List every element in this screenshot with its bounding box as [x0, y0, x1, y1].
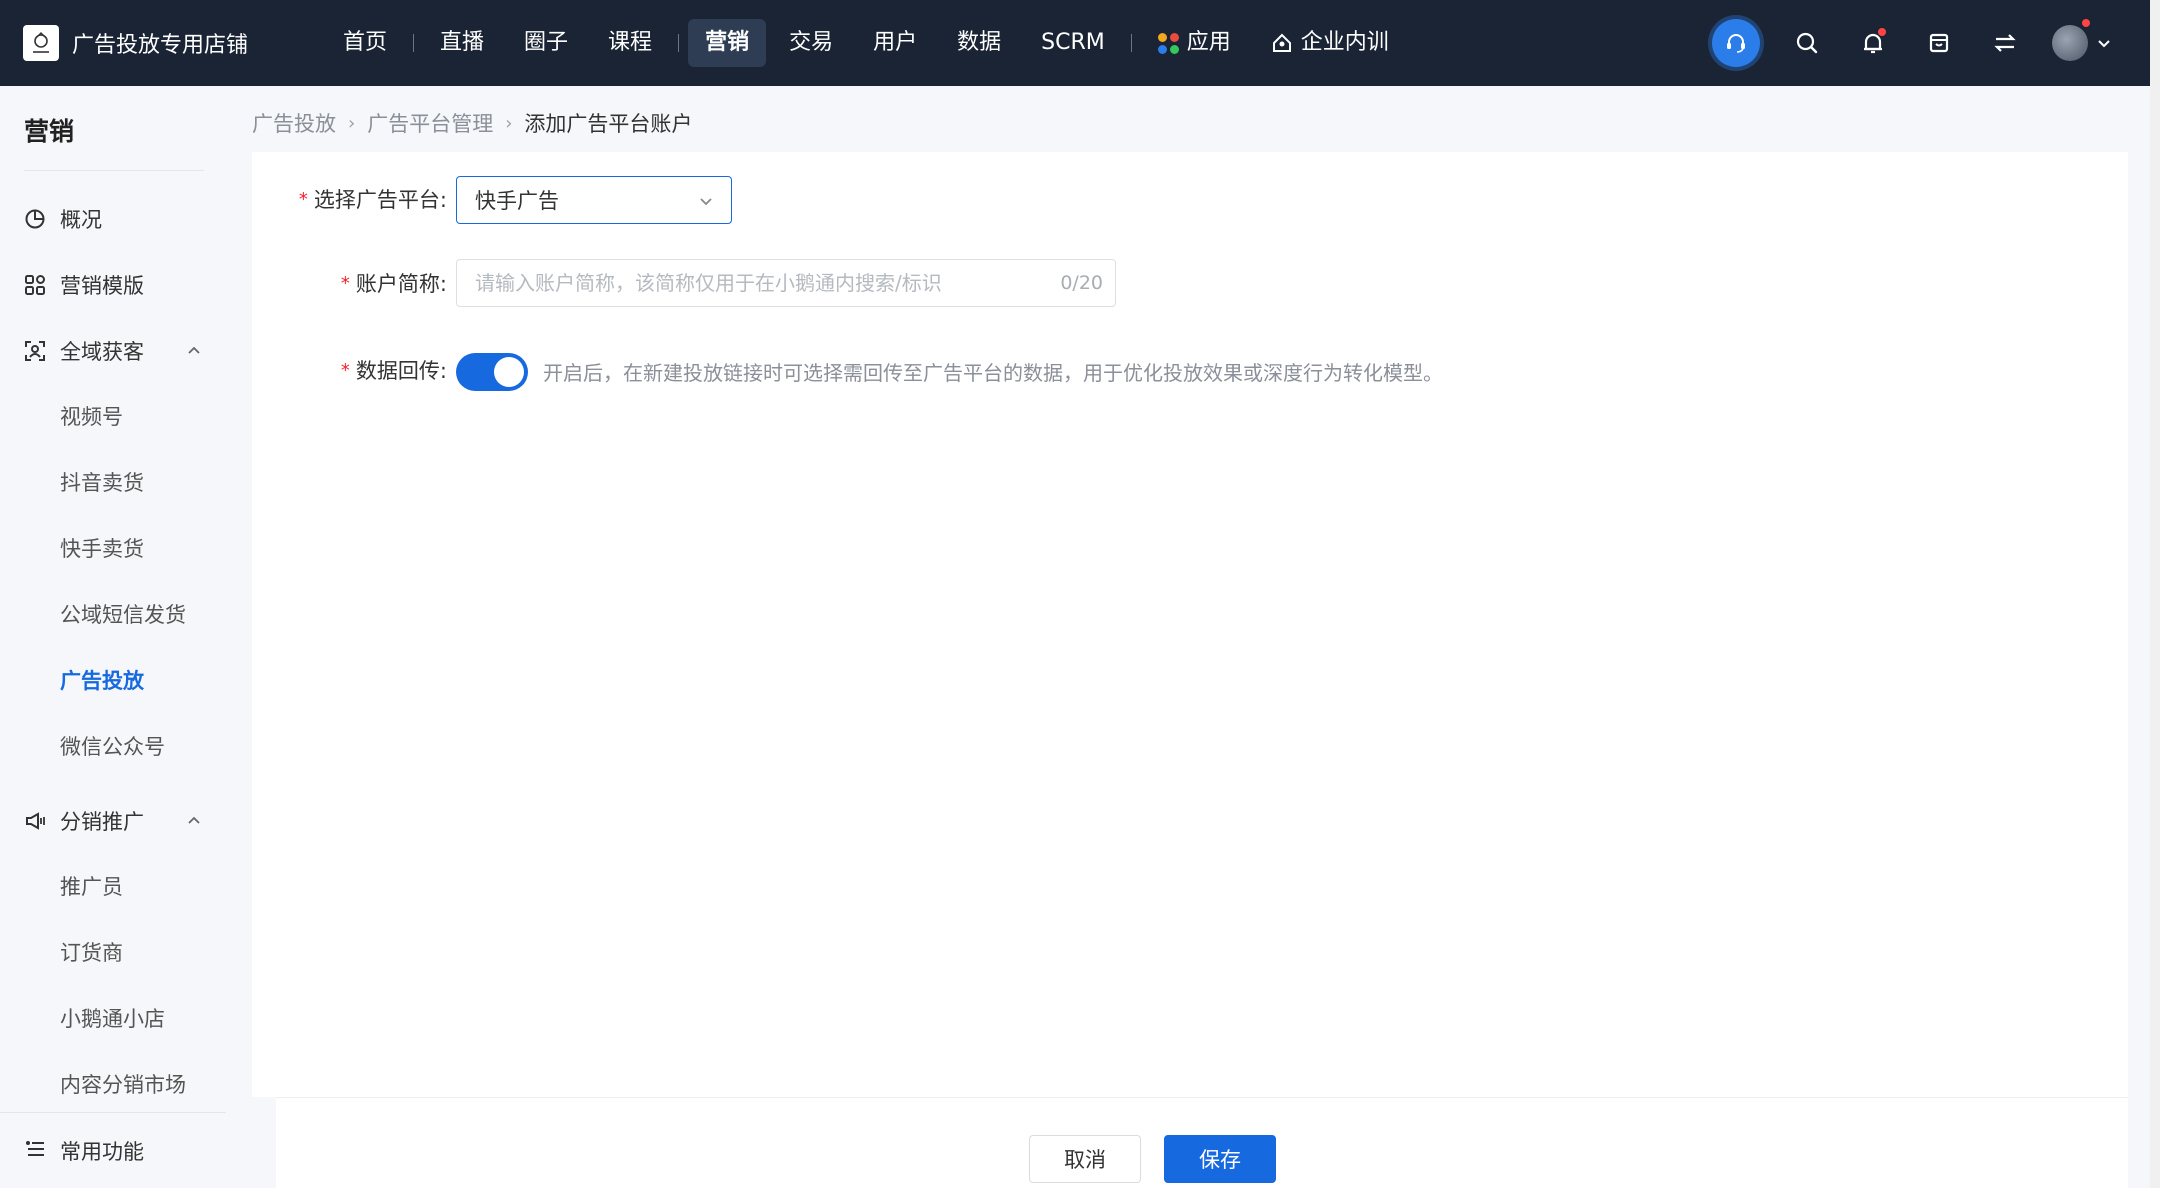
- topbar-actions: [1712, 0, 2112, 86]
- sidebar-item-ads[interactable]: 广告投放: [0, 648, 252, 714]
- nav-apps-label: 应用: [1186, 30, 1231, 55]
- chevron-down-icon: [700, 198, 712, 206]
- platform-select-value: 快手广告: [475, 189, 559, 213]
- cancel-button[interactable]: 取消: [1029, 1135, 1141, 1183]
- nav-training-label: 企业内训: [1300, 30, 1389, 55]
- chevron-up-icon: [188, 346, 200, 354]
- sidebar-item-mini-store[interactable]: 小鹅通小店: [0, 986, 252, 1052]
- list-icon: [24, 1138, 46, 1164]
- sidebar-item-kuaishou[interactable]: 快手卖货: [0, 516, 252, 582]
- chevron-right-icon: ›: [348, 112, 356, 134]
- chevron-up-icon: [188, 816, 200, 824]
- sidebar-item-label: 全域获客: [60, 340, 144, 364]
- breadcrumb-current: 添加广告平台账户: [524, 112, 693, 136]
- store-brand[interactable]: 广告投放专用店铺: [23, 25, 293, 61]
- alias-field[interactable]: 0/20: [456, 259, 1116, 307]
- sidebar-item-label: 常用功能: [60, 1139, 144, 1164]
- sidebar-item-sms[interactable]: 公域短信发货: [0, 582, 252, 648]
- toggle-knob: [494, 357, 524, 387]
- customer-service-icon[interactable]: [1712, 19, 1760, 67]
- platform-label-row: * 选择广告平台:: [277, 184, 447, 214]
- form-panel: * 选择广告平台: 快手广告 * 账户简称: 0/20 * 数据回传: 开启后，…: [252, 152, 2128, 1097]
- switch-icon[interactable]: [1986, 24, 2024, 62]
- save-button[interactable]: 保存: [1164, 1135, 1276, 1183]
- sidebar-item-templates[interactable]: 营销模版: [0, 252, 252, 318]
- sidebar-item-overview[interactable]: 概况: [0, 186, 252, 252]
- page-scrollbar[interactable]: [2150, 0, 2160, 1188]
- sidebar-item-content-market[interactable]: 内容分销市场: [0, 1052, 252, 1118]
- bell-icon[interactable]: [1854, 24, 1892, 62]
- nav-divider: [413, 34, 415, 52]
- callback-label-row: * 数据回传:: [277, 355, 447, 385]
- nav-course[interactable]: 课程: [591, 19, 669, 67]
- sidebar-divider: [24, 170, 204, 171]
- nav-divider: [1130, 34, 1132, 52]
- nav-home[interactable]: 首页: [326, 19, 404, 67]
- sidebar-item-label: 概况: [60, 208, 102, 232]
- breadcrumb-platform-mgmt[interactable]: 广告平台管理: [367, 108, 493, 138]
- sidebar-item-label: 营销模版: [60, 274, 144, 298]
- chevron-right-icon: ›: [505, 112, 513, 134]
- pie-chart-icon: [24, 208, 46, 230]
- avatar-badge: [2082, 19, 2090, 27]
- nav-divider: [678, 34, 680, 52]
- nav-trade[interactable]: 交易: [772, 19, 850, 67]
- data-callback-toggle[interactable]: [456, 353, 528, 391]
- store-name: 广告投放专用店铺: [72, 33, 249, 58]
- search-icon[interactable]: [1788, 24, 1826, 62]
- callback-hint: 开启后，在新建投放链接时可选择需回传至广告平台的数据，用于优化投放效果或深度行为…: [543, 361, 1443, 385]
- notification-dot: [1878, 28, 1886, 36]
- apps-icon: [1157, 32, 1179, 54]
- required-mark: *: [340, 272, 350, 294]
- nav-training[interactable]: 企业内训: [1254, 19, 1406, 67]
- sidebar-item-reseller[interactable]: 订货商: [0, 920, 252, 986]
- grid-icon: [24, 274, 46, 296]
- nav-apps[interactable]: 应用: [1141, 19, 1248, 67]
- breadcrumb-ads[interactable]: 广告投放: [252, 108, 336, 138]
- user-scan-icon: [24, 340, 46, 362]
- platform-label: 选择广告平台:: [313, 188, 447, 212]
- top-navbar: 广告投放专用店铺 首页 直播 圈子 课程 营销 交易 用户 数据 SCRM 应用…: [0, 0, 2150, 86]
- sidebar-item-promoter[interactable]: 推广员: [0, 854, 252, 920]
- alias-label-row: * 账户简称:: [277, 268, 447, 298]
- nav-marketing[interactable]: 营销: [688, 19, 767, 67]
- required-mark: *: [298, 188, 308, 210]
- chevron-down-icon: [2098, 40, 2110, 48]
- callback-label: 数据回传:: [355, 359, 447, 383]
- sidebar-title: 营销: [24, 117, 75, 146]
- sidebar-item-common-functions[interactable]: 常用功能: [0, 1112, 226, 1188]
- nav-data[interactable]: 数据: [940, 19, 1018, 67]
- alias-input[interactable]: [475, 271, 1035, 295]
- sidebar-item-distribution[interactable]: 分销推广: [0, 788, 252, 854]
- breadcrumb: 广告投放 › 广告平台管理 › 添加广告平台账户: [252, 108, 692, 138]
- required-mark: *: [340, 359, 350, 381]
- nav-live[interactable]: 直播: [423, 19, 501, 67]
- main-nav: 首页 直播 圈子 课程 营销 交易 用户 数据 SCRM 应用 企业内训: [323, 19, 1409, 67]
- nav-users[interactable]: 用户: [856, 19, 934, 67]
- sidebar-menu: 概况 营销模版 全域获客 视频号 抖音卖货 快手卖货 公域短信发货 广告投放 微…: [0, 186, 252, 1118]
- org-chart-icon: [1272, 33, 1291, 52]
- char-count: 0/20: [1060, 272, 1103, 294]
- alias-label: 账户简称:: [355, 272, 447, 296]
- sidebar-item-video-channel[interactable]: 视频号: [0, 384, 252, 450]
- action-footer: 取消 保存: [276, 1097, 2128, 1188]
- avatar: [2052, 25, 2088, 61]
- nav-scrm[interactable]: SCRM: [1024, 19, 1122, 67]
- user-menu[interactable]: [2052, 19, 2112, 61]
- sidebar-item-wechat-official[interactable]: 微信公众号: [0, 714, 252, 780]
- sidebar: 营销 概况 营销模版 全域获客 视频号 抖音卖货 快手卖货 公域短信发货 广告投…: [0, 86, 252, 1188]
- shop-icon[interactable]: [1920, 24, 1958, 62]
- sidebar-item-douyin[interactable]: 抖音卖货: [0, 450, 252, 516]
- store-logo-icon: [23, 25, 59, 61]
- sidebar-item-label: 分销推广: [60, 810, 144, 834]
- megaphone-icon: [24, 810, 46, 832]
- sidebar-item-acquisition[interactable]: 全域获客: [0, 318, 252, 384]
- platform-select[interactable]: 快手广告: [456, 176, 732, 224]
- nav-circle[interactable]: 圈子: [507, 19, 585, 67]
